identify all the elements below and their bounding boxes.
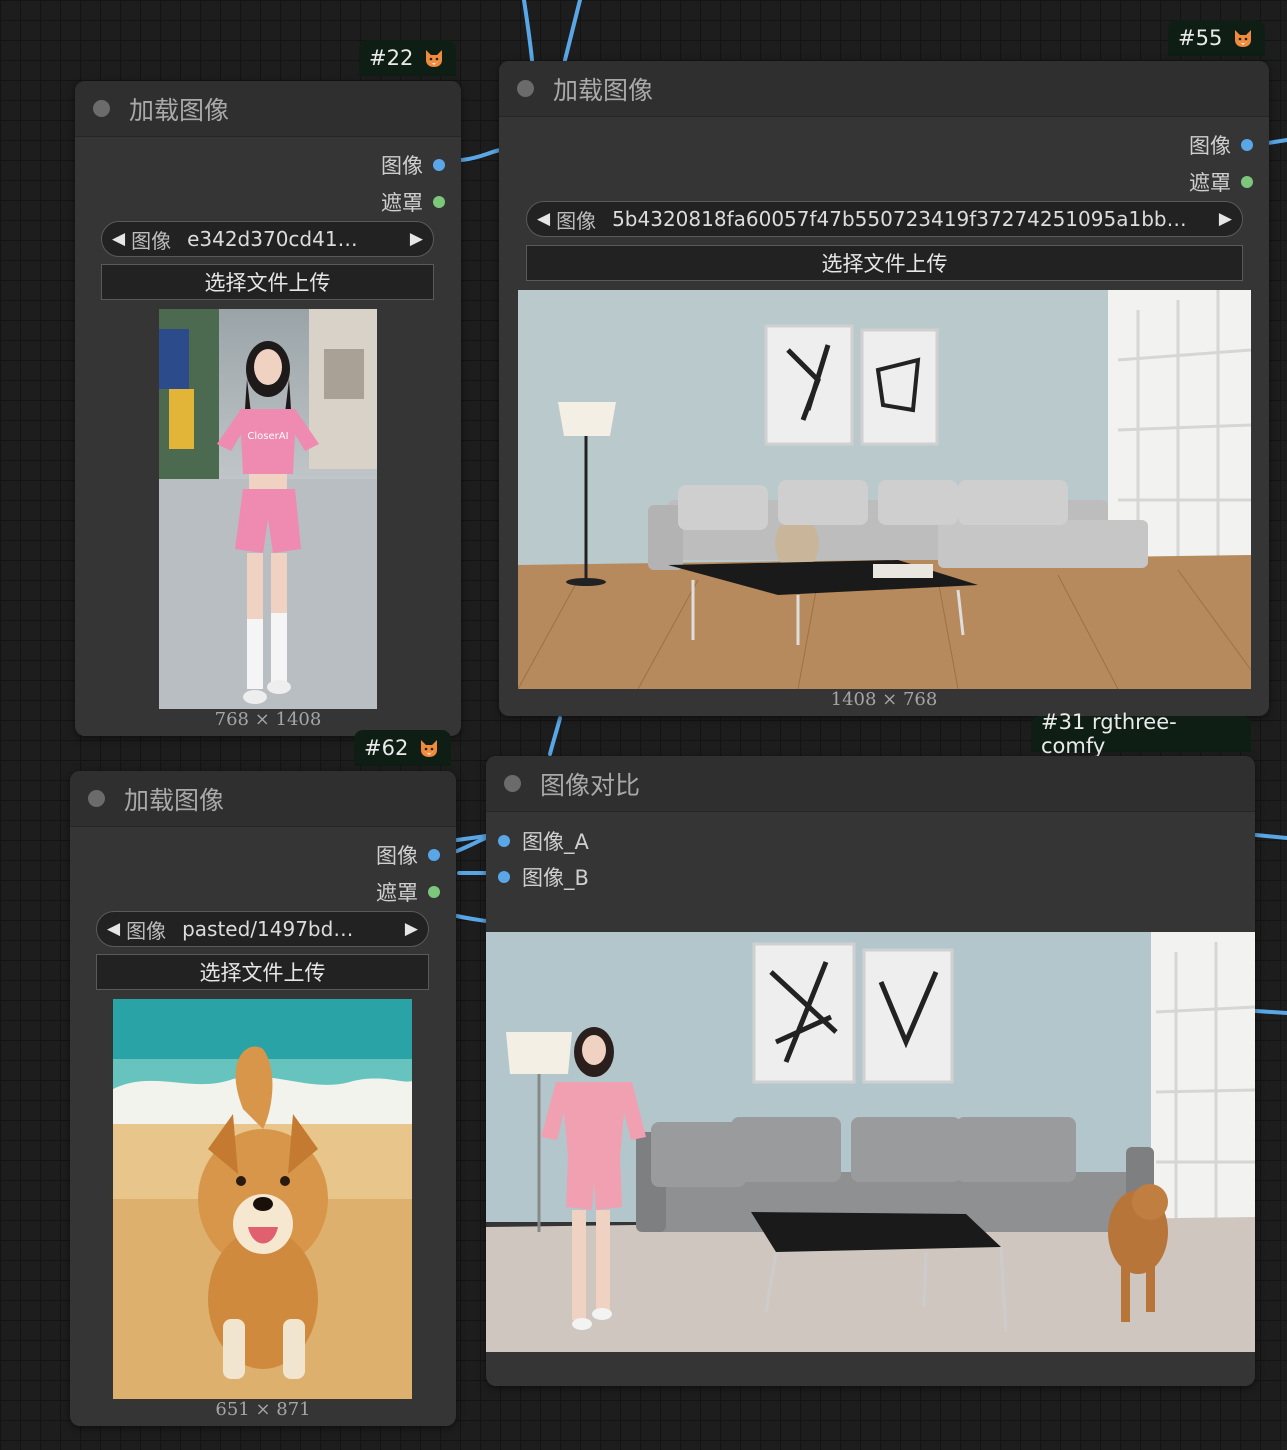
wire	[548, 716, 562, 756]
fox-icon	[426, 50, 443, 67]
fox-icon	[421, 740, 438, 757]
image-size: 651 × 871	[215, 1399, 311, 1420]
image-preview: CloserAI	[159, 309, 377, 709]
wire	[455, 914, 488, 923]
wire	[563, 0, 582, 62]
image-combo[interactable]: ◀ 图像 5b4320818fa60057f47b550723419f37274…	[526, 201, 1243, 237]
load-image-node-22[interactable]: 加载图像 图像 遮罩 ◀ 图像 e342d370cd41… ▶ 选择文件上传 C…	[75, 81, 461, 736]
image-preview	[518, 290, 1251, 689]
wire	[455, 836, 488, 853]
node-id: #55	[1178, 26, 1223, 50]
wire	[1254, 833, 1287, 840]
node-header[interactable]: 加载图像	[75, 81, 461, 137]
node-title: 加载图像	[129, 95, 230, 125]
wire	[1266, 138, 1287, 145]
output-mask[interactable]: 遮罩	[381, 187, 445, 217]
output-label: 遮罩	[376, 881, 418, 905]
composite-result-image	[486, 932, 1255, 1352]
wire	[522, 0, 534, 62]
output-image[interactable]: 图像	[376, 840, 440, 870]
output-image[interactable]: 图像	[381, 150, 445, 180]
output-mask[interactable]: 遮罩	[376, 877, 440, 907]
image-size: 1408 × 768	[830, 689, 938, 710]
output-socket-icon[interactable]	[428, 886, 440, 898]
node-header[interactable]: 图像对比	[486, 756, 1255, 812]
node-header[interactable]: 加载图像	[70, 771, 456, 827]
triangle-right-icon[interactable]: ▶	[405, 919, 418, 939]
input-socket-icon[interactable]	[498, 835, 510, 847]
input-label: 图像_A	[522, 830, 589, 854]
input-image-a[interactable]: 图像_A	[498, 826, 589, 856]
output-label: 遮罩	[381, 191, 423, 215]
combo-value[interactable]: 5b4320818fa60057f47b550723419f3727425109…	[612, 207, 1219, 231]
collapse-dot[interactable]	[93, 100, 110, 117]
node-title: 图像对比	[540, 770, 641, 800]
node-id: #22	[369, 46, 414, 70]
living-room-image	[518, 290, 1251, 689]
output-socket-icon[interactable]	[433, 196, 445, 208]
upload-button[interactable]: 选择文件上传	[96, 954, 429, 990]
load-image-node-55[interactable]: 加载图像 图像 遮罩 ◀ 图像 5b4320818fa60057f47b5507…	[499, 61, 1269, 716]
input-label: 图像_B	[522, 866, 589, 890]
combo-label: 图像	[126, 918, 167, 943]
input-image-b[interactable]: 图像_B	[498, 862, 589, 892]
output-socket-icon[interactable]	[1241, 139, 1253, 151]
node-header[interactable]: 加载图像	[499, 61, 1269, 117]
output-label: 图像	[1189, 134, 1231, 158]
shirt-text: CloserAI	[247, 431, 288, 442]
node-badge: #62	[354, 730, 451, 766]
collapse-dot[interactable]	[504, 775, 521, 792]
image-compare-node-31[interactable]: 图像对比 图像_A 图像_B	[486, 756, 1255, 1386]
woman-walking-image: CloserAI	[159, 309, 377, 709]
combo-value[interactable]: e342d370cd41…	[187, 227, 410, 251]
triangle-right-icon[interactable]: ▶	[1219, 209, 1232, 229]
triangle-right-icon[interactable]: ▶	[410, 229, 423, 249]
output-socket-icon[interactable]	[433, 159, 445, 171]
input-socket-icon[interactable]	[498, 871, 510, 883]
output-label: 图像	[381, 154, 423, 178]
node-badge: #22	[359, 40, 456, 76]
upload-button[interactable]: 选择文件上传	[101, 264, 434, 300]
output-socket-icon[interactable]	[1241, 176, 1253, 188]
wire	[455, 834, 488, 842]
node-id: #31 rgthree-comfy	[1041, 710, 1177, 758]
output-socket-icon[interactable]	[428, 849, 440, 861]
node-badge: #55	[1168, 20, 1265, 56]
image-size: 768 × 1408	[214, 709, 322, 730]
wire	[1254, 1009, 1287, 1015]
triangle-left-icon[interactable]: ◀	[107, 919, 120, 939]
triangle-left-icon[interactable]: ◀	[537, 209, 550, 229]
image-combo[interactable]: ◀ 图像 e342d370cd41… ▶	[101, 221, 434, 257]
dog-beach-image	[113, 999, 412, 1399]
combo-value[interactable]: pasted/1497bd…	[182, 917, 405, 941]
node-badge: #31 rgthree-comfy	[1031, 710, 1251, 758]
comparison-preview[interactable]	[486, 932, 1255, 1352]
collapse-dot[interactable]	[517, 80, 534, 97]
collapse-dot[interactable]	[88, 790, 105, 807]
combo-label: 图像	[131, 228, 172, 253]
triangle-left-icon[interactable]: ◀	[112, 229, 125, 249]
combo-label: 图像	[556, 208, 597, 233]
wire	[460, 148, 502, 162]
image-combo[interactable]: ◀ 图像 pasted/1497bd… ▶	[96, 911, 429, 947]
output-label: 图像	[376, 844, 418, 868]
fox-icon	[1235, 30, 1252, 47]
load-image-node-62[interactable]: 加载图像 图像 遮罩 ◀ 图像 pasted/1497bd… ▶ 选择文件上传	[70, 771, 456, 1426]
upload-button[interactable]: 选择文件上传	[526, 245, 1243, 281]
image-preview	[113, 999, 412, 1399]
output-label: 遮罩	[1189, 171, 1231, 195]
node-title: 加载图像	[553, 75, 654, 105]
output-mask[interactable]: 遮罩	[1189, 167, 1253, 197]
node-title: 加载图像	[124, 785, 225, 815]
output-image[interactable]: 图像	[1189, 130, 1253, 160]
node-id: #62	[364, 736, 409, 760]
